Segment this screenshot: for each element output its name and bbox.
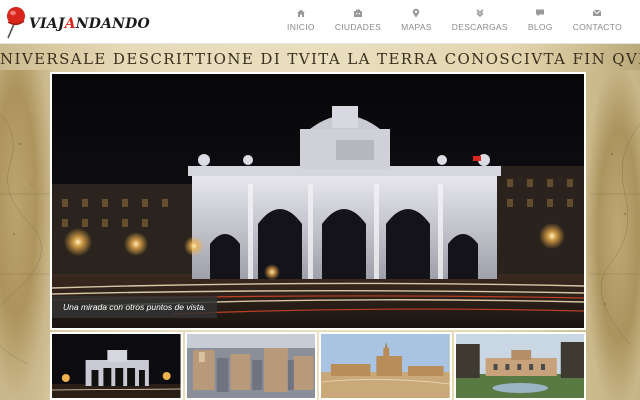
home-icon [296,9,305,17]
main-nav: INICIO CIUDADES MAPAS DESCARGAS BLOG CON… [277,8,632,32]
thumbnail-palace-gardens[interactable] [453,332,586,400]
hero-image-puerta-de-alcala [52,74,584,328]
thumbnail-image [455,334,584,398]
nav-label: BLOG [527,22,553,32]
hero-caption: Una mirada con otros puntos de vista. [52,296,218,318]
nav-label: INICIO [287,22,315,32]
brand-name: VIAJANDANDO [29,16,150,32]
header: VIAJANDANDO INICIO CIUDADES MAPAS DESCAR… [0,0,640,44]
pushpin-icon [7,7,25,39]
thumbnail-image [321,334,450,398]
nav-item-blog[interactable]: BLOG [518,8,563,32]
nav-item-contacto[interactable]: CONTACTO [563,8,632,32]
nav-item-inicio[interactable]: INICIO [277,8,325,32]
thumbnail-puerta-de-alcala[interactable] [50,332,183,400]
nav-label: CONTACTO [572,22,622,32]
brand-logo[interactable]: VIAJANDANDO [2,4,150,40]
nav-item-ciudades[interactable]: CIUDADES [325,8,391,32]
hero-slider[interactable]: Una mirada con otros puntos de vista. [50,72,586,330]
nav-item-mapas[interactable]: MAPAS [391,8,442,32]
nav-label: CIUDADES [334,22,382,32]
nav-item-descargas[interactable]: DESCARGAS [442,8,518,32]
thumbnail-image [52,334,181,398]
thumbnail-city-aerial[interactable] [184,332,317,400]
nav-label: DESCARGAS [451,22,508,32]
thumbnail-image [186,334,315,398]
map-marker-icon [413,8,420,18]
building-icon [353,9,362,17]
thumbnail-strip [50,332,586,400]
thumbnail-segovia[interactable] [319,332,452,400]
nav-label: MAPAS [401,22,432,32]
download-icon [476,9,484,18]
envelope-icon [593,9,602,16]
chat-icon [536,9,545,17]
